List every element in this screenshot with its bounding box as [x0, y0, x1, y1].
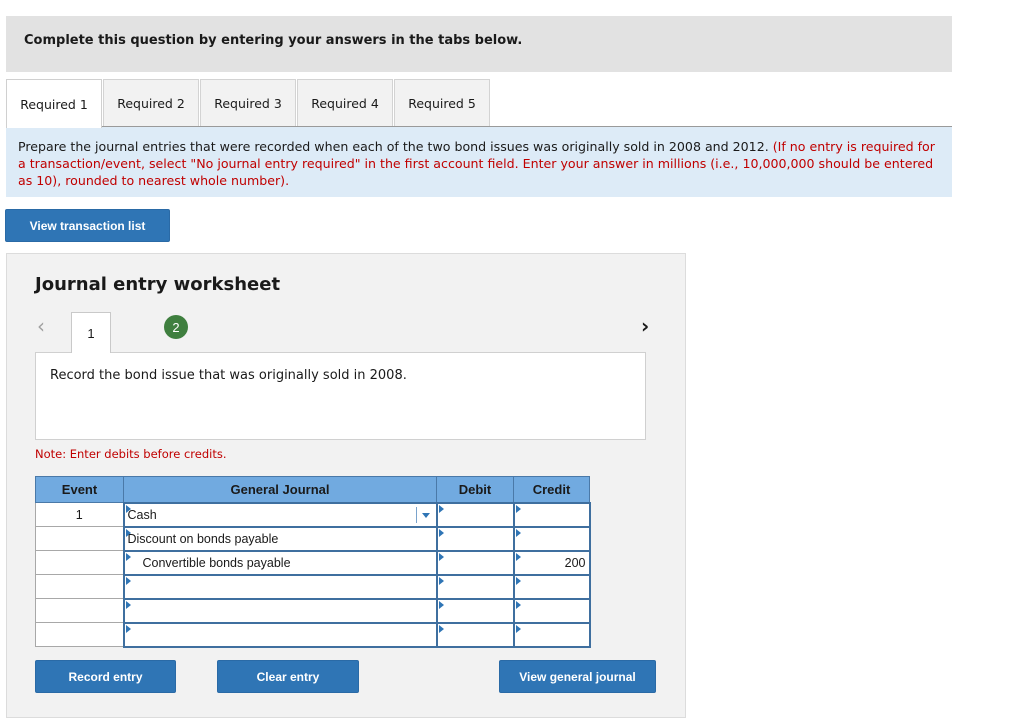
- input-marker-icon: [515, 504, 521, 513]
- tab-required-5[interactable]: Required 5: [394, 79, 490, 127]
- debit-input[interactable]: [435, 597, 515, 624]
- question-header: Complete this question by entering your …: [6, 16, 952, 72]
- input-marker-icon: [438, 504, 444, 513]
- debit-input[interactable]: [435, 573, 515, 600]
- input-marker-icon: [125, 576, 131, 585]
- input-marker-icon: [515, 576, 521, 585]
- clear-entry-button[interactable]: Clear entry: [217, 660, 359, 693]
- debit-input[interactable]: [435, 621, 515, 648]
- chevron-right-icon[interactable]: ›: [641, 314, 649, 338]
- credit-input[interactable]: [512, 501, 591, 528]
- credit-input[interactable]: [512, 621, 591, 648]
- debit-input[interactable]: [435, 501, 515, 528]
- input-marker-icon: [125, 624, 131, 633]
- table-row: [35, 621, 591, 648]
- credit-input[interactable]: [512, 525, 591, 552]
- input-marker-icon: [515, 600, 521, 609]
- column-header-event: Event: [35, 476, 124, 503]
- table-header-row: Event General Journal Debit Credit: [35, 476, 590, 503]
- required-tabs: Required 1 Required 2 Required 3 Require…: [6, 79, 491, 128]
- account-value: Discount on bonds payable: [127, 531, 279, 546]
- input-marker-icon: [125, 552, 131, 561]
- input-marker-icon: [438, 600, 444, 609]
- chevron-down-icon[interactable]: [415, 506, 434, 523]
- table-row: Discount on bonds payable: [35, 525, 591, 552]
- table-row: 1 Cash: [35, 501, 591, 528]
- table-row: Convertible bonds payable 200: [35, 549, 591, 576]
- instructions-panel: Prepare the journal entries that were re…: [6, 127, 952, 197]
- event-cell: [35, 622, 125, 647]
- column-header-general-journal: General Journal: [123, 476, 437, 503]
- tab-required-2[interactable]: Required 2: [103, 79, 199, 127]
- account-value: Convertible bonds payable: [142, 555, 291, 570]
- column-header-debit: Debit: [436, 476, 514, 503]
- debit-input[interactable]: [435, 549, 515, 576]
- input-marker-icon: [125, 600, 131, 609]
- record-entry-button[interactable]: Record entry: [35, 660, 176, 693]
- credit-input[interactable]: [512, 597, 591, 624]
- tab-required-3[interactable]: Required 3: [200, 79, 296, 127]
- general-journal-table: Event General Journal Debit Credit 1 Cas…: [35, 476, 591, 648]
- column-header-credit: Credit: [513, 476, 590, 503]
- input-marker-icon: [438, 624, 444, 633]
- account-select[interactable]: Convertible bonds payable: [122, 549, 438, 576]
- event-cell: [35, 550, 125, 575]
- credit-value: 200: [564, 555, 586, 570]
- chevron-left-icon[interactable]: ‹: [37, 314, 45, 338]
- account-value: Cash: [127, 507, 157, 522]
- input-marker-icon: [438, 552, 444, 561]
- input-marker-icon: [515, 552, 521, 561]
- event-cell: [35, 526, 125, 551]
- input-marker-icon: [438, 528, 444, 537]
- tab-required-4[interactable]: Required 4: [297, 79, 393, 127]
- table-row: [35, 597, 591, 624]
- credit-input[interactable]: 200: [512, 549, 591, 576]
- tab-required-1[interactable]: Required 1: [6, 79, 102, 128]
- debit-input[interactable]: [435, 525, 515, 552]
- input-marker-icon: [125, 504, 131, 513]
- account-select[interactable]: Cash: [122, 501, 438, 528]
- account-select[interactable]: [122, 597, 438, 624]
- entry-note: Note: Enter debits before credits.: [35, 447, 227, 461]
- account-select[interactable]: [122, 573, 438, 600]
- event-cell: [35, 574, 125, 599]
- journal-entry-worksheet: Journal entry worksheet ‹ 1 2 › Record t…: [6, 253, 686, 718]
- account-select[interactable]: [122, 621, 438, 648]
- event-cell: [35, 598, 125, 623]
- account-select[interactable]: Discount on bonds payable: [122, 525, 438, 552]
- entry-tab-1[interactable]: 1: [71, 312, 111, 353]
- view-transaction-list-button[interactable]: View transaction list: [5, 209, 170, 242]
- event-cell: 1: [35, 502, 125, 527]
- table-row: [35, 573, 591, 600]
- input-marker-icon: [515, 528, 521, 537]
- entry-tab-2[interactable]: 2: [164, 315, 188, 339]
- credit-input[interactable]: [512, 573, 591, 600]
- input-marker-icon: [125, 528, 131, 537]
- entry-description: Record the bond issue that was originall…: [35, 352, 646, 440]
- entry-description-text: Record the bond issue that was originall…: [50, 368, 407, 383]
- input-marker-icon: [515, 624, 521, 633]
- worksheet-title: Journal entry worksheet: [35, 274, 281, 295]
- input-marker-icon: [438, 576, 444, 585]
- header-title: Complete this question by entering your …: [24, 33, 523, 48]
- instructions-main: Prepare the journal entries that were re…: [18, 139, 773, 154]
- view-general-journal-button[interactable]: View general journal: [499, 660, 656, 693]
